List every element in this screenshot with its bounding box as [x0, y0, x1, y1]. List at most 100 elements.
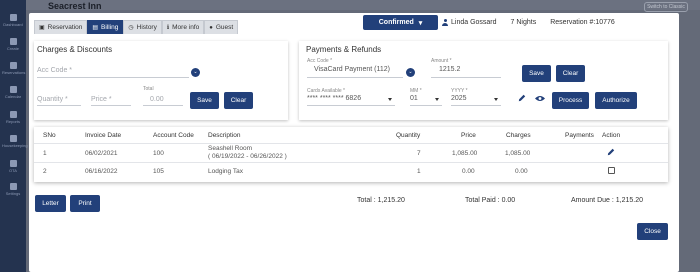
clock-icon: ◷ [128, 25, 134, 31]
info-icon: ℹ [166, 25, 170, 31]
housekeeping-icon [9, 135, 17, 142]
guest-info: Linda Gossard 7 Nights Reservation #:107… [442, 19, 615, 26]
cell-description: Lodging Tax [208, 168, 243, 175]
edit-pencil-icon[interactable] [607, 148, 615, 156]
create-icon [9, 38, 17, 45]
header-price: Price [461, 132, 476, 139]
chevron-down-icon[interactable]: ⌄ [191, 68, 200, 77]
charges-section: Charges & Discounts Acc Code * ⌄ Quantit… [34, 41, 288, 120]
payments-card-select[interactable]: **** **** **** 6826 [307, 95, 361, 102]
bed-icon: ▣ [39, 25, 45, 31]
header-quantity: Quantity [396, 132, 421, 139]
person-icon [442, 19, 448, 26]
payments-yyyy-select[interactable]: 2025 [451, 95, 467, 102]
cell-date: 06/02/2021 [85, 150, 118, 157]
nav-reports[interactable]: Reports [2, 111, 24, 124]
header-description: Description [208, 132, 241, 139]
payments-mm-select[interactable]: 01 [410, 95, 418, 102]
payments-section: Payments & Refunds Acc Code * VisaCard P… [299, 41, 668, 120]
header-charges: Charges [506, 132, 531, 139]
caret-down-icon [494, 98, 498, 101]
payments-amount-input[interactable]: 1215.2 [439, 66, 460, 73]
payments-yyyy-label: YYYY * [451, 88, 468, 94]
header-account-code: Account Code [153, 132, 194, 139]
tab-reservation[interactable]: ▣ Reservation [34, 20, 88, 34]
cell-sno: 2 [43, 168, 47, 175]
charges-total-label: Total [143, 86, 154, 92]
calendar-icon [9, 86, 17, 93]
charges-clear-button[interactable]: Clear [224, 92, 253, 109]
invoice-table: SNo Invoice Date Account Code Descriptio… [34, 127, 668, 182]
header-sno: SNo [43, 132, 56, 139]
charges-title: Charges & Discounts [37, 45, 113, 54]
header-action: Action [602, 132, 621, 139]
cell-account: 100 [153, 150, 164, 157]
tab-more-info[interactable]: ℹ More info [161, 20, 205, 34]
header-payments: Payments [565, 132, 594, 139]
switch-classic-button[interactable]: Switch to Classic [644, 2, 688, 12]
cell-charges: 1,085.00 [505, 150, 531, 157]
tab-billing[interactable]: ▤ Billing [87, 20, 124, 34]
tab-guest[interactable]: ● Guest [204, 20, 239, 34]
charges-save-button[interactable]: Save [190, 92, 219, 109]
cell-price: 1,085.00 [452, 150, 478, 157]
payments-title: Payments & Refunds [306, 45, 382, 54]
cell-account: 105 [153, 168, 164, 175]
payments-acc-code-select[interactable]: VisaCard Payment (112) [314, 66, 390, 73]
chevron-down-icon[interactable]: ⌄ [406, 68, 415, 77]
nav-dashboard[interactable]: Dashboard [2, 14, 24, 27]
cell-quantity: 7 [417, 150, 421, 157]
cell-description: Seashell Room [208, 145, 253, 152]
cell-sno: 1 [43, 150, 47, 157]
charges-acc-code-input[interactable]: Acc Code * [37, 67, 72, 74]
print-button[interactable]: Print [70, 195, 100, 212]
header-invoice-date: Invoice Date [85, 132, 122, 139]
guest-name: Linda Gossard [451, 19, 497, 26]
nav-reservations[interactable]: Reservations [2, 62, 25, 75]
dashboard-icon [9, 14, 17, 21]
charges-price-input[interactable]: Price * [91, 96, 112, 103]
cell-price: 0.00 [462, 168, 475, 175]
nights-count: 7 Nights [510, 19, 537, 26]
settings-icon [9, 183, 17, 190]
row-checkbox[interactable] [608, 167, 615, 174]
payments-save-button[interactable]: Save [522, 65, 551, 82]
cell-charges: 0.00 [515, 168, 528, 175]
nav-calendar[interactable]: Calendar [2, 86, 24, 99]
authorize-button[interactable]: Authorize [595, 92, 637, 109]
payments-amount-label: Amount * [431, 58, 452, 64]
process-button[interactable]: Process [552, 92, 589, 109]
caret-down-icon [388, 98, 392, 101]
total-paid: Total Paid : 0.00 [465, 197, 516, 204]
nav-ota[interactable]: OTA [2, 160, 24, 173]
tab-history[interactable]: ◷ History [123, 20, 162, 34]
nav-housekeeping[interactable]: Housekeeping [2, 135, 28, 148]
ota-icon [9, 160, 17, 167]
payments-clear-button[interactable]: Clear [556, 65, 585, 82]
user-icon: ● [209, 24, 213, 31]
reservation-modal: ▣ Reservation ▤ Billing ◷ History ℹ More… [29, 13, 679, 272]
charges-quantity-input[interactable]: Quantity * [37, 96, 68, 103]
nav-create[interactable]: Create [2, 38, 24, 51]
charges-total-value: 0.00 [150, 96, 164, 103]
nav-settings[interactable]: Settings [2, 183, 24, 196]
pencil-icon[interactable] [518, 94, 526, 102]
tab-bar: ▣ Reservation ▤ Billing ◷ History ℹ More… [34, 20, 239, 34]
total-amount: Total : 1,215.20 [357, 197, 405, 204]
payments-acc-code-label: Acc Code * [307, 58, 333, 64]
close-button[interactable]: Close [637, 223, 668, 240]
status-dropdown[interactable]: Confirmed ▾ [363, 15, 438, 30]
app-title: Seacrest Inn [48, 1, 102, 11]
cell-description-dates: ( 06/19/2022 - 06/26/2022 ) [208, 153, 287, 160]
reports-icon [9, 111, 17, 118]
caret-down-icon [435, 98, 439, 101]
billing-icon: ▤ [92, 25, 99, 31]
letter-button[interactable]: Letter [35, 195, 66, 212]
app-sidebar: Dashboard Create Reservations Calendar R… [0, 0, 28, 272]
cell-quantity: 1 [417, 168, 421, 175]
amount-due: Amount Due : 1,215.20 [571, 197, 643, 204]
eye-icon[interactable] [535, 95, 545, 102]
app-header [26, 0, 700, 10]
reservation-number: Reservation #:10776 [550, 19, 615, 26]
reservations-icon [9, 62, 17, 69]
